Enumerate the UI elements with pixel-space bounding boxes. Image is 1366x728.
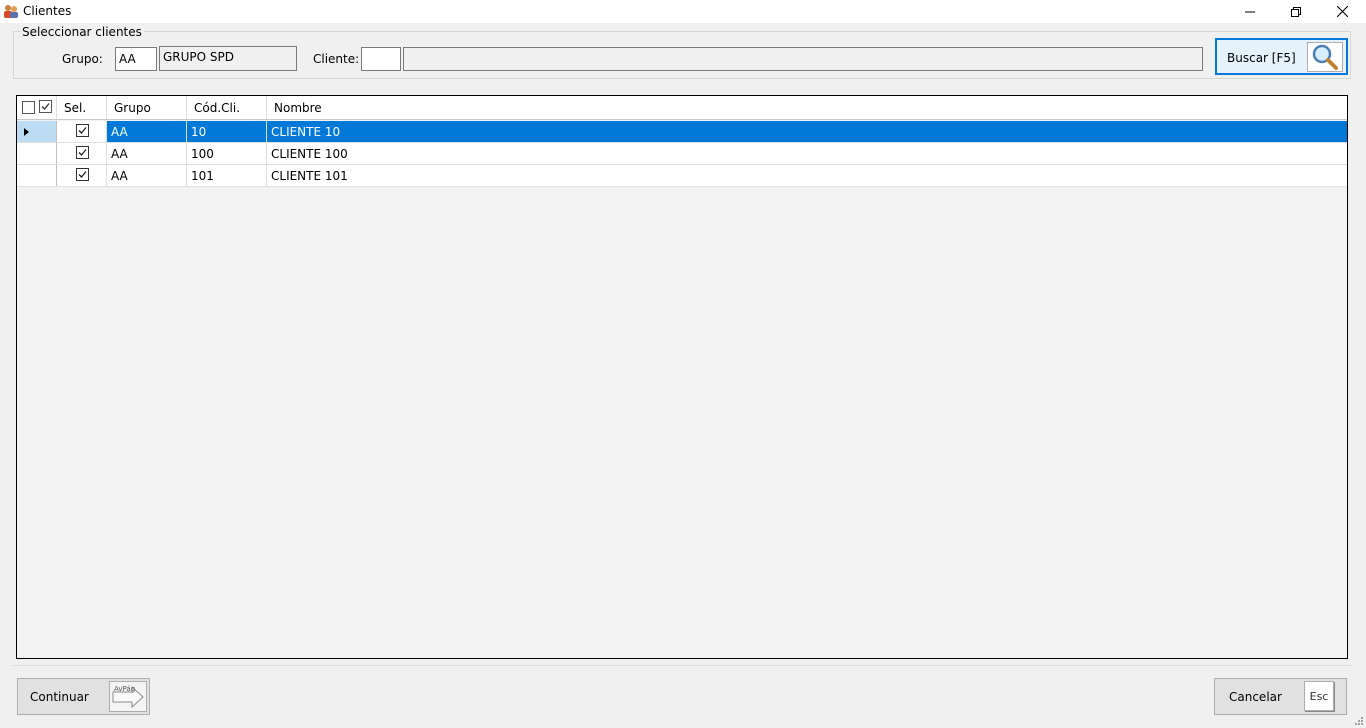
cancel-button-label: Cancelar bbox=[1229, 690, 1282, 704]
search-button-label: Buscar [F5] bbox=[1227, 51, 1296, 65]
row-header[interactable] bbox=[17, 143, 57, 164]
next-page-key-label: AvPág bbox=[114, 685, 136, 693]
row-header[interactable] bbox=[17, 165, 57, 186]
cancel-button[interactable]: Cancelar Esc bbox=[1214, 678, 1347, 715]
grupo-name-field: GRUPO SPD bbox=[159, 46, 297, 71]
sel-cell[interactable] bbox=[57, 121, 107, 142]
grupo-cell: AA bbox=[107, 143, 187, 164]
sel-cell[interactable] bbox=[57, 143, 107, 164]
title-bar bbox=[0, 0, 1366, 23]
select-toggle-header bbox=[17, 96, 57, 119]
table-row[interactable]: AA 10 CLIENTE 10 bbox=[17, 121, 1347, 143]
current-row-arrow-icon bbox=[24, 128, 29, 136]
next-page-arrow-icon: AvPág bbox=[109, 681, 147, 712]
row-checkbox[interactable] bbox=[76, 124, 89, 137]
grid-header: Sel. Grupo Cód.Cli. Nombre bbox=[17, 96, 1347, 120]
table-row[interactable]: AA 100 CLIENTE 100 bbox=[17, 143, 1347, 165]
check-all-checkbox[interactable] bbox=[39, 100, 52, 113]
column-header-sel[interactable]: Sel. bbox=[57, 96, 107, 119]
sel-cell[interactable] bbox=[57, 165, 107, 186]
resize-grip-icon[interactable] bbox=[1354, 716, 1364, 726]
codigo-cell: 10 bbox=[187, 121, 267, 142]
cliente-code-input[interactable] bbox=[361, 47, 401, 71]
window-title: Clientes bbox=[23, 4, 72, 18]
nombre-cell: CLIENTE 100 bbox=[271, 147, 348, 161]
table-row[interactable]: AA 101 CLIENTE 101 bbox=[17, 165, 1347, 187]
magnifier-icon bbox=[1307, 42, 1343, 72]
codigo-cell: 100 bbox=[187, 143, 267, 164]
groupbox-title: Seleccionar clientes bbox=[20, 25, 144, 39]
grupo-cell: AA bbox=[107, 165, 187, 186]
column-header-nombre[interactable]: Nombre bbox=[267, 96, 1347, 119]
row-checkbox[interactable] bbox=[76, 168, 89, 181]
nombre-cell: CLIENTE 101 bbox=[271, 169, 348, 183]
continue-button[interactable]: Continuar AvPág bbox=[17, 678, 150, 715]
restore-button[interactable] bbox=[1273, 0, 1319, 23]
minimize-button[interactable] bbox=[1227, 0, 1273, 23]
cliente-label: Cliente: bbox=[313, 52, 360, 66]
app-people-icon bbox=[3, 3, 19, 19]
cliente-name-field bbox=[403, 47, 1203, 71]
continue-button-label: Continuar bbox=[30, 690, 89, 704]
grupo-code-input[interactable]: AA bbox=[115, 47, 157, 71]
grupo-label: Grupo: bbox=[62, 52, 103, 66]
close-button[interactable] bbox=[1319, 0, 1365, 23]
esc-key-label: Esc bbox=[1309, 689, 1329, 703]
codigo-cell: 101 bbox=[187, 165, 267, 186]
column-header-codcli[interactable]: Cód.Cli. bbox=[187, 96, 267, 119]
search-button[interactable]: Buscar [F5] bbox=[1215, 38, 1348, 75]
row-header[interactable] bbox=[17, 121, 57, 142]
nombre-cell: CLIENTE 10 bbox=[271, 125, 341, 139]
uncheck-all-checkbox[interactable] bbox=[22, 101, 35, 114]
esc-key-icon: Esc bbox=[1304, 681, 1334, 711]
grupo-cell: AA bbox=[107, 121, 187, 142]
row-checkbox[interactable] bbox=[76, 146, 89, 159]
column-header-grupo[interactable]: Grupo bbox=[107, 96, 187, 119]
footer-divider bbox=[13, 665, 1353, 666]
